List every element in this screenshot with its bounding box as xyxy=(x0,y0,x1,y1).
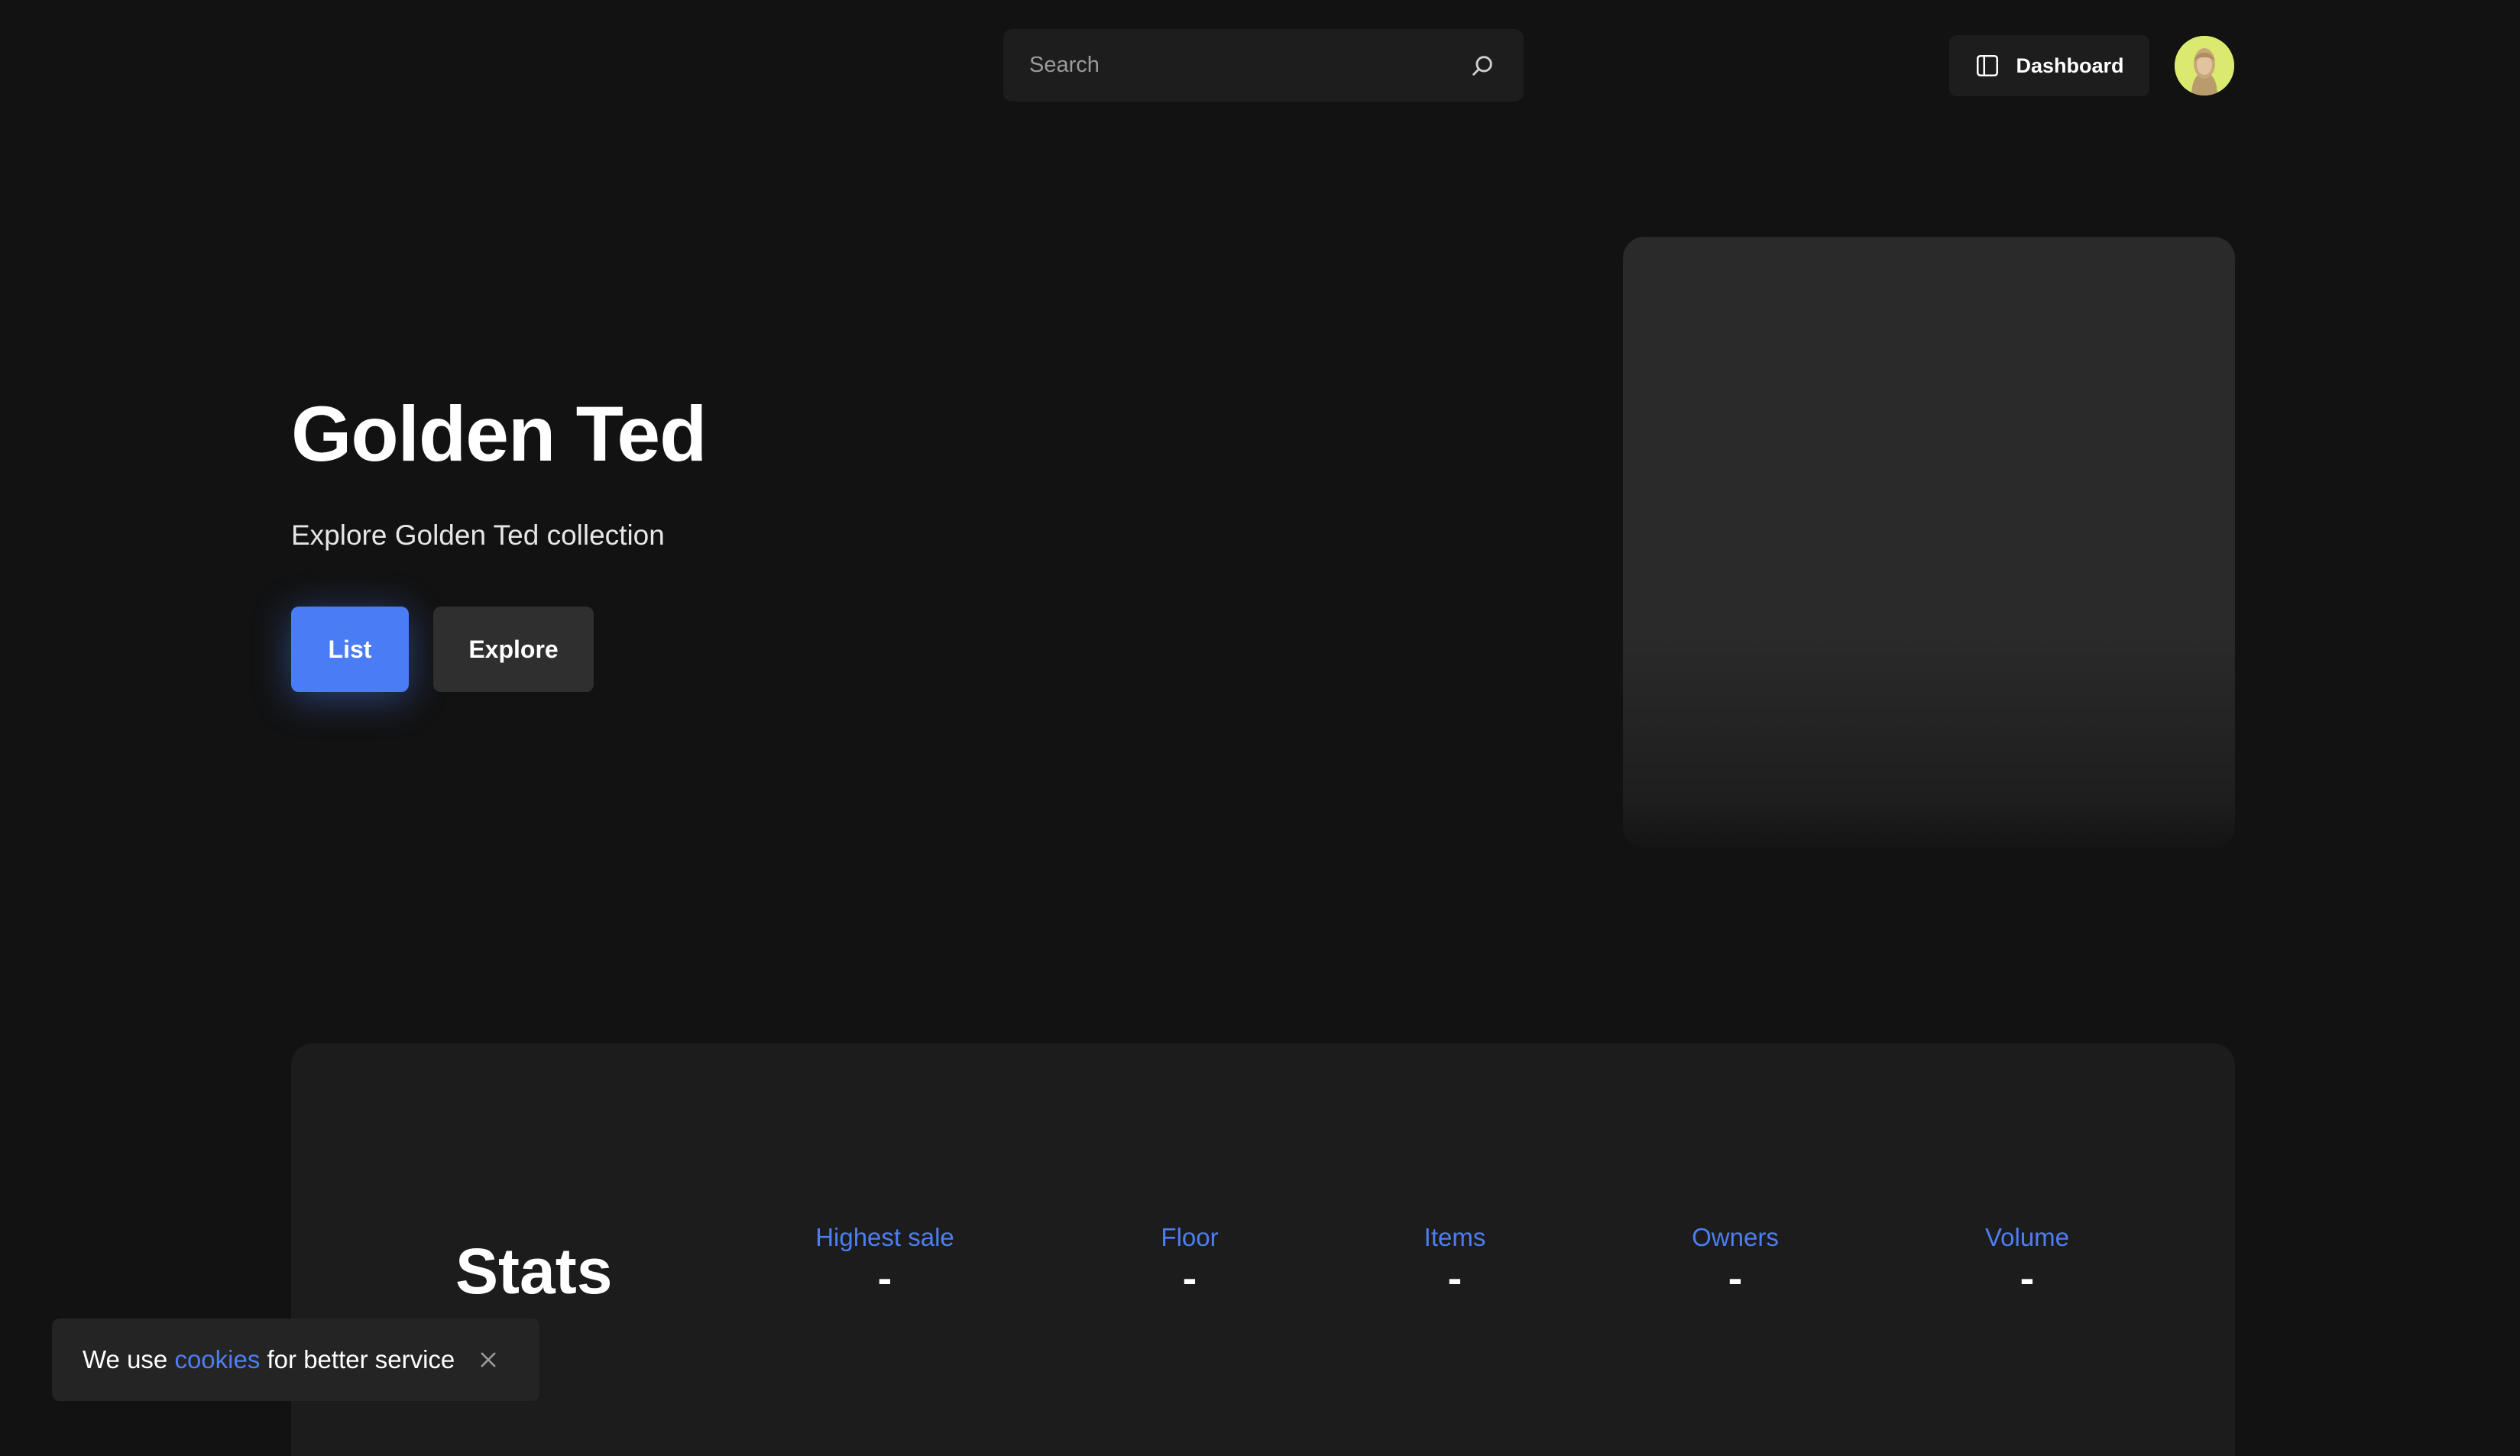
cookie-message: We use cookies for better service xyxy=(83,1345,455,1374)
stat-value: - xyxy=(877,1254,892,1302)
stat-highest-sale: Highest sale - xyxy=(770,1223,999,1299)
stat-volume: Volume - xyxy=(1913,1223,2142,1299)
cookie-prefix: We use xyxy=(83,1345,168,1373)
collection-subtitle: Explore Golden Ted collection xyxy=(291,519,665,551)
sidebar-panel-icon xyxy=(1974,52,2002,79)
dashboard-label: Dashboard xyxy=(2016,53,2124,77)
stat-value: - xyxy=(1447,1254,1462,1302)
list-button[interactable]: List xyxy=(291,607,409,692)
dashboard-button[interactable]: Dashboard xyxy=(1949,35,2149,96)
stat-label: Volume xyxy=(1984,1223,2070,1251)
stat-label: Floor xyxy=(1161,1223,1219,1251)
stats-panel: Stats Highest sale - Floor - Items - Own… xyxy=(291,1043,2235,1456)
page: Dashboard Golden Ted Explore Golden Ted … xyxy=(0,0,2520,1456)
search-icon[interactable] xyxy=(1467,50,1498,81)
stat-floor: Floor - xyxy=(1075,1223,1304,1299)
explore-button[interactable]: Explore xyxy=(433,607,594,692)
avatar[interactable] xyxy=(2175,36,2234,95)
cookie-banner: We use cookies for better service xyxy=(52,1318,539,1401)
stat-value: - xyxy=(1728,1254,1743,1302)
search-input[interactable] xyxy=(1029,53,1467,78)
cookies-link[interactable]: cookies xyxy=(174,1345,260,1373)
collection-image-placeholder xyxy=(1623,237,2235,848)
stats-title: Stats xyxy=(455,1235,613,1307)
search-bar[interactable] xyxy=(1003,29,1524,102)
close-icon[interactable] xyxy=(473,1344,504,1375)
stat-label: Owners xyxy=(1692,1223,1779,1251)
stat-owners: Owners - xyxy=(1621,1223,1850,1299)
stat-label: Highest sale xyxy=(815,1223,954,1251)
stat-value: - xyxy=(2020,1254,2035,1302)
stat-value: - xyxy=(1182,1254,1197,1302)
stat-items: Items - xyxy=(1340,1223,1569,1299)
cookie-suffix: for better service xyxy=(267,1345,455,1373)
stat-label: Items xyxy=(1424,1223,1486,1251)
page-title: Golden Ted xyxy=(291,390,707,477)
